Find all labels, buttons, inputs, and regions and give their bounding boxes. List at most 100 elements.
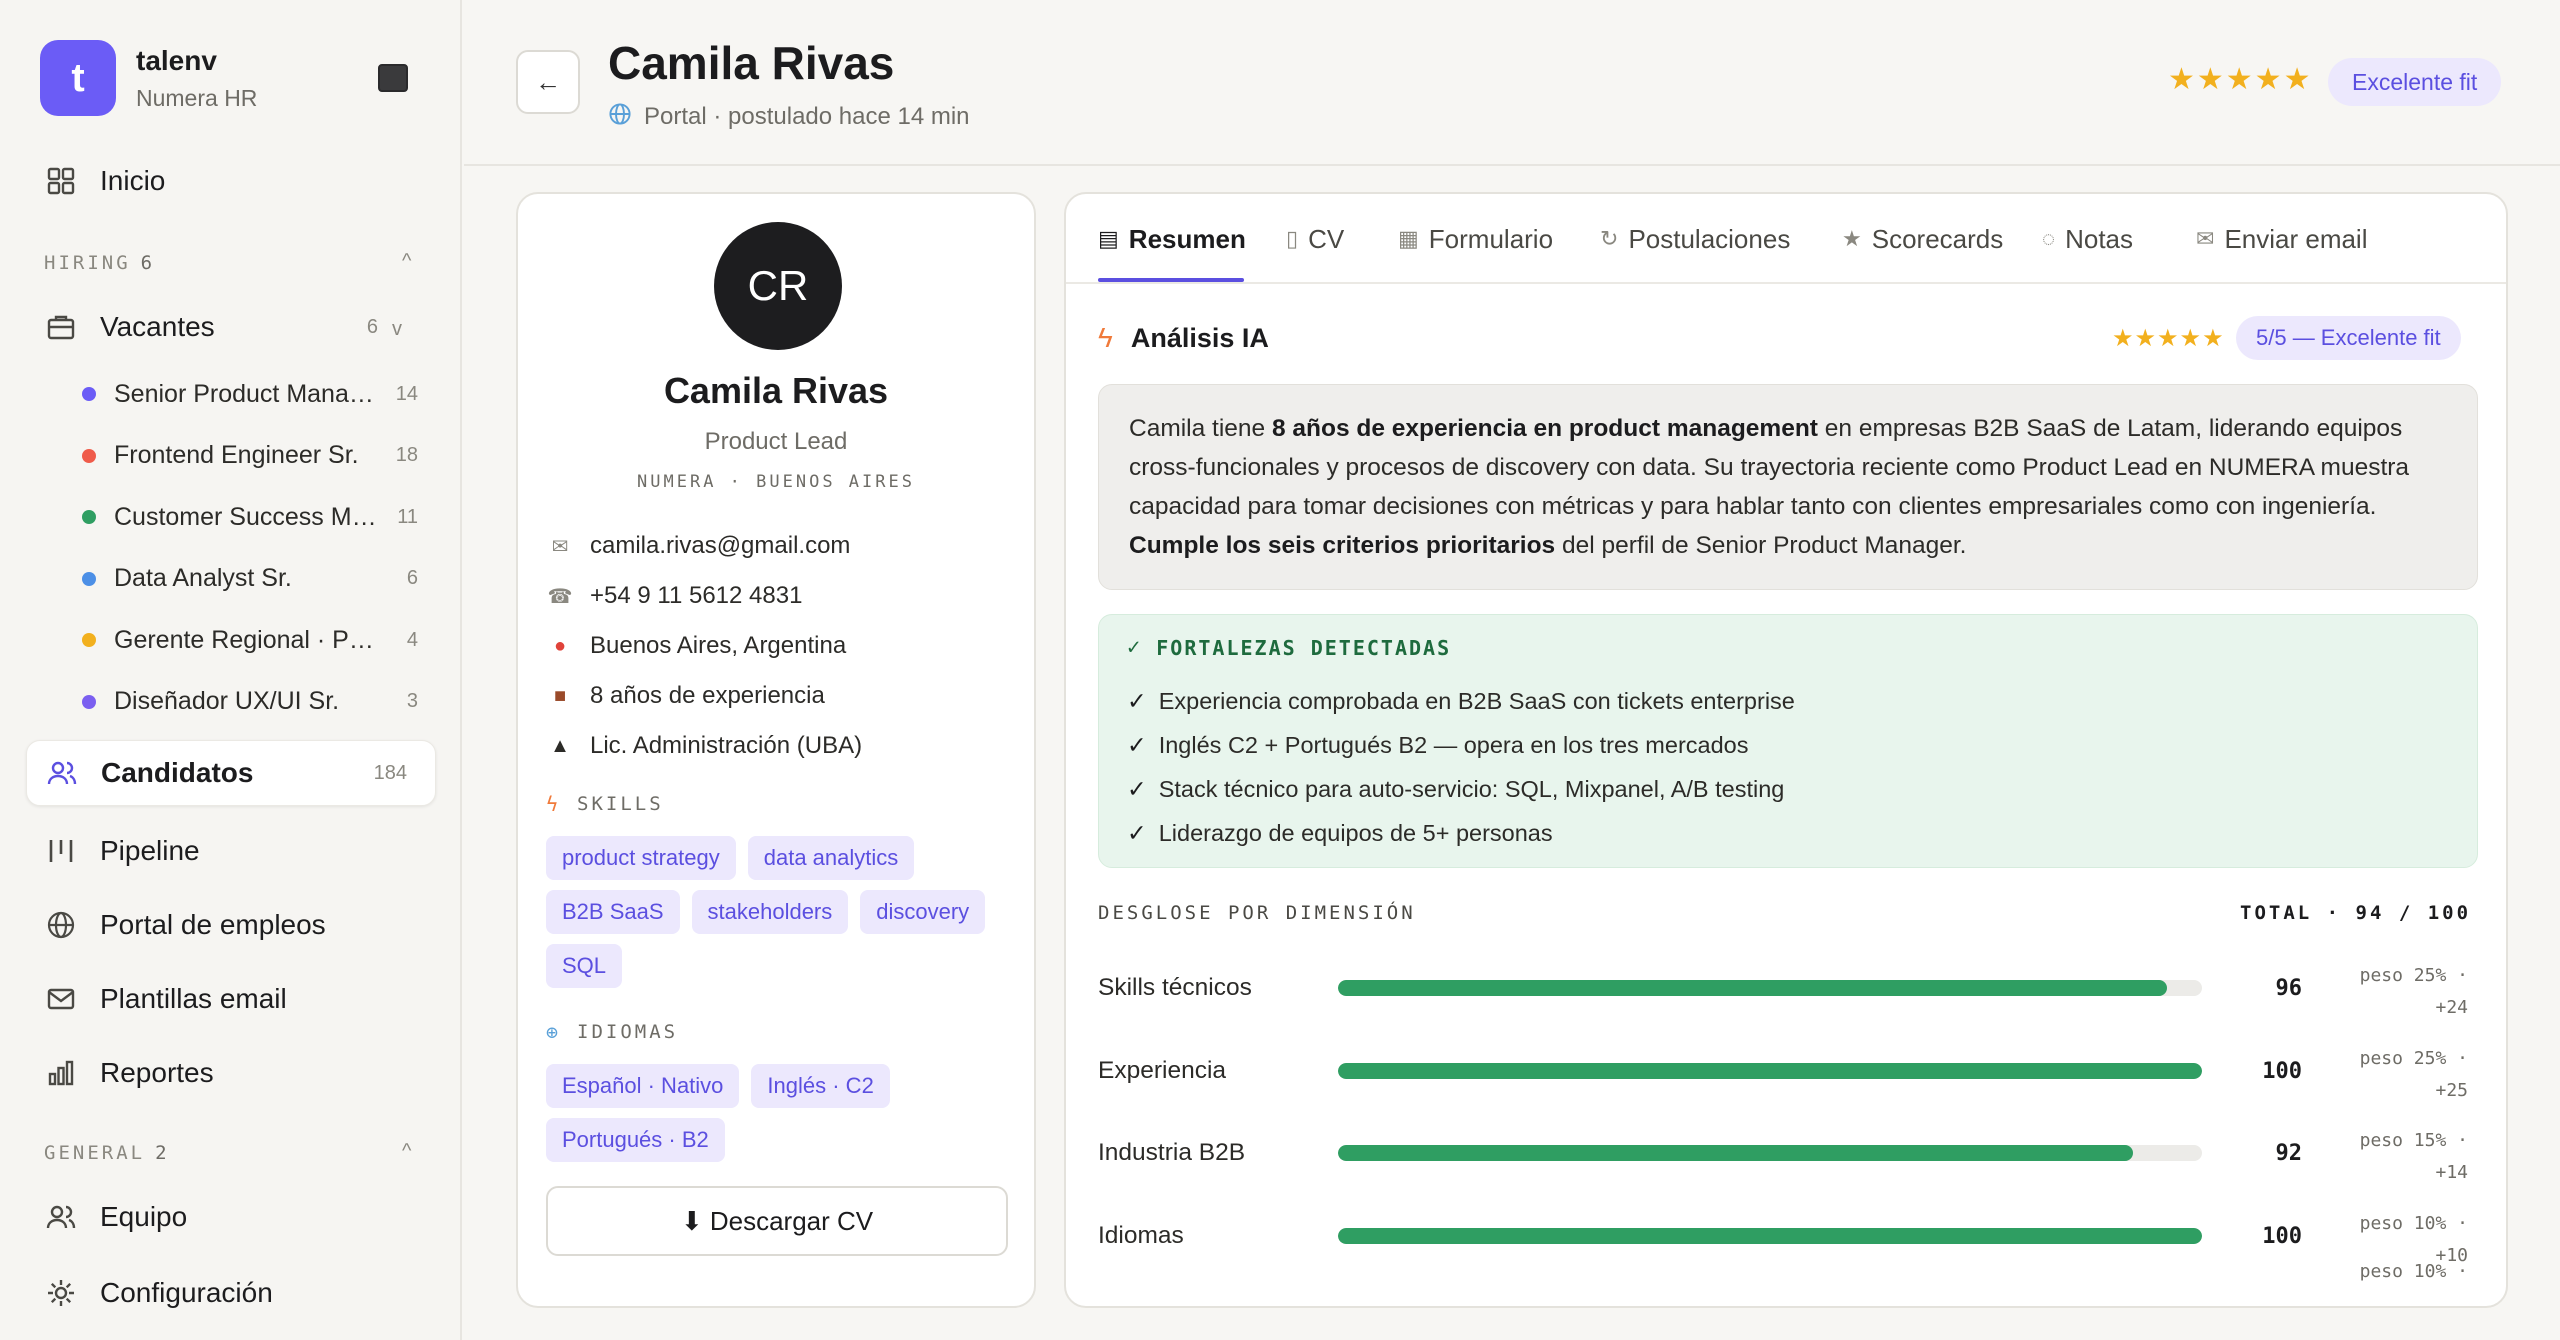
nav-equipo[interactable]: Equipo — [26, 1184, 436, 1250]
tab-notas[interactable]: ◌ Notas — [2042, 216, 2133, 262]
profile-experience-row: ■ 8 años de experiencia — [546, 676, 825, 716]
brand[interactable]: t talenv Numera HR — [40, 40, 257, 116]
dimension-label: Industria B2B — [1098, 1139, 1246, 1166]
section-hiring-count: 6 — [140, 252, 156, 274]
download-cv-button[interactable]: ⬇ Descargar CV — [546, 1186, 1008, 1256]
tab-scorecards-label: Scorecards — [1871, 223, 2004, 254]
nav-reportes[interactable]: Reportes — [26, 1040, 436, 1106]
tab-cv-label: CV — [1308, 223, 1345, 254]
nav-configuracion[interactable]: Configuración — [26, 1260, 436, 1326]
language-chip: Portugués · B2 — [546, 1118, 725, 1162]
nav-portal-label: Portal de empleos — [100, 909, 326, 940]
section-hiring: HIRING 6 — [44, 252, 155, 274]
skills-heading-label: SKILLS — [577, 793, 664, 815]
tab-enviar-email-icon: ✉ — [2196, 226, 2215, 251]
fit-badge: Excelente fit — [2328, 58, 2502, 106]
dimensions-heading: DESGLOSE POR DIMENSIÓN — [1098, 902, 1416, 924]
dimension-bar-track — [1338, 980, 2202, 996]
briefcase-icon — [44, 310, 78, 344]
strength-item: ✓ Inglés C2 + Portugués B2 — opera en los… — [1127, 731, 1748, 759]
nav-plantillas[interactable]: Plantillas email — [26, 966, 436, 1032]
tab-postulaciones[interactable]: ↻ Postulaciones — [1600, 216, 1790, 262]
vacancy-color-dot — [82, 387, 96, 401]
nav-vacantes[interactable]: Vacantes 6 v — [26, 294, 436, 360]
tab-formulario[interactable]: ▦ Formulario — [1398, 216, 1553, 262]
tab-notas-icon: ◌ — [2042, 226, 2056, 251]
strengths-title: FORTALEZAS DETECTADAS — [1156, 635, 1452, 660]
tab-scorecards[interactable]: ★ Scorecards — [1842, 216, 2003, 262]
vacancy-item[interactable]: Frontend Engineer Sr. 18 — [82, 436, 422, 476]
sidebar-toggle-icon[interactable] — [378, 64, 408, 92]
nav-portal[interactable]: Portal de empleos — [26, 892, 436, 958]
ai-summary: Camila tiene 8 años de experiencia en pr… — [1098, 384, 2478, 590]
strengths-heading: ✓ FORTALEZAS DETECTADAS — [1127, 635, 1451, 660]
tab-bar: ▤ Resumen ▯ CV ▦ Formulario ↻ Postulaciones ★ Sco… — [1066, 194, 2506, 284]
dimension-row: Skills técnicos 96 peso 25% · +24 — [1098, 960, 2488, 1020]
vacancy-item[interactable]: Data Analyst Sr. 6 — [82, 559, 422, 599]
tab-postulaciones-label: Postulaciones — [1628, 223, 1791, 254]
section-general-collapse[interactable]: ^ — [402, 1140, 411, 1163]
dimension-row-partial: peso 10% · — [1098, 1256, 2488, 1306]
vacancy-count: 18 — [395, 444, 418, 466]
globe-icon: ⊕ — [546, 1020, 562, 1044]
nav-candidatos-label: Candidatos — [101, 757, 254, 788]
chevron-down-icon[interactable]: v — [392, 318, 402, 341]
profile-email[interactable]: camila.rivas@gmail.com — [590, 532, 850, 560]
nav-candidatos[interactable]: Candidatos 184 — [26, 740, 436, 806]
vacancy-item[interactable]: Gerente Regional · Presales 4 — [82, 620, 422, 660]
nav-inicio[interactable]: Inicio — [26, 148, 436, 214]
strength-item: ✓ Liderazgo de equipos de 5+ personas — [1127, 819, 1553, 847]
skill-chip: product strategy — [546, 836, 736, 880]
language-chip: Español · Nativo — [546, 1064, 740, 1108]
vacancy-label: Frontend Engineer Sr. — [114, 441, 359, 469]
languages-heading: ⊕ IDIOMAS — [546, 1020, 678, 1044]
vacancy-item[interactable]: Customer Success Mgr. 11 — [82, 497, 422, 537]
languages-list: Español · Nativo Inglés · C2 Portugués · B… — [546, 1064, 1016, 1162]
tab-scorecards-icon: ★ — [1842, 226, 1862, 251]
vacancy-label: Senior Product Manager — [114, 379, 379, 408]
dimension-bar-track — [1338, 1145, 2202, 1161]
dimension-weight: peso 25% · +25 — [2338, 1043, 2468, 1107]
dimension-score: 92 — [2275, 1141, 2303, 1166]
briefcase-icon: ■ — [553, 684, 567, 707]
dimension-weight-text: peso 25% · — [2359, 965, 2468, 986]
tab-enviar-email-label: Enviar email — [2224, 223, 2368, 254]
vacancy-item[interactable]: Diseñador UX/UI Sr. 3 — [82, 682, 422, 722]
vacancy-item[interactable]: Senior Product Manager 14 — [82, 374, 422, 414]
section-general: GENERAL 2 — [44, 1142, 170, 1164]
ai-analysis-heading: ϟ Análisis IA — [1098, 322, 1269, 354]
tab-enviar-email[interactable]: ✉ Enviar email — [2196, 216, 2368, 262]
dimension-bar-track — [1338, 1062, 2202, 1079]
profile-location-row: ● Buenos Aires, Argentina — [546, 626, 846, 666]
skill-chip: SQL — [546, 944, 623, 988]
summary-text: del perfil de Senior Product Manager. — [1555, 532, 1967, 559]
avatar: CR — [714, 222, 842, 350]
section-hiring-collapse[interactable]: ^ — [402, 250, 411, 273]
profile-education: Lic. Administración (UBA) — [590, 732, 863, 759]
bolt-icon: ϟ — [546, 792, 562, 816]
vacancy-count: 14 — [395, 382, 418, 405]
tab-cv[interactable]: ▯ CV — [1286, 216, 1344, 262]
users-icon — [45, 756, 79, 790]
tab-resumen[interactable]: ▤ Resumen — [1098, 216, 1246, 262]
vacancy-label: Customer Success Mgr. — [114, 502, 379, 531]
nav-vacantes-label: Vacantes — [100, 311, 215, 342]
profile-email-row[interactable]: ✉ camila.rivas@gmail.com — [546, 526, 851, 566]
dimension-row: Experiencia 100 peso 25% · +25 — [1098, 1043, 2488, 1103]
nav-pipeline[interactable]: Pipeline — [26, 818, 436, 884]
strength-text: Stack técnico para auto-servicio: SQL, M… — [1158, 775, 1785, 802]
profile-location: Buenos Aires, Argentina — [590, 632, 847, 659]
dimension-label: Idiomas — [1098, 1221, 1184, 1249]
bolt-icon: ϟ — [1098, 322, 1113, 353]
vacancy-color-dot — [82, 571, 96, 586]
skill-chip: discovery — [860, 890, 986, 934]
vacancy-count: 6 — [406, 567, 418, 589]
phone-icon: ☎ — [547, 585, 573, 608]
dimension-bar-track — [1338, 1227, 2202, 1244]
strength-text: Experiencia comprobada en B2B SaaS con t… — [1158, 687, 1795, 714]
page-title: Camila Rivas — [608, 37, 895, 89]
vacancy-label: Diseñador UX/UI Sr. — [114, 687, 340, 715]
dimension-bar-fill — [1338, 1145, 2133, 1161]
summary-highlight: Cumple los seis criterios prioritarios — [1129, 532, 1556, 559]
back-button[interactable]: ← — [516, 50, 580, 114]
